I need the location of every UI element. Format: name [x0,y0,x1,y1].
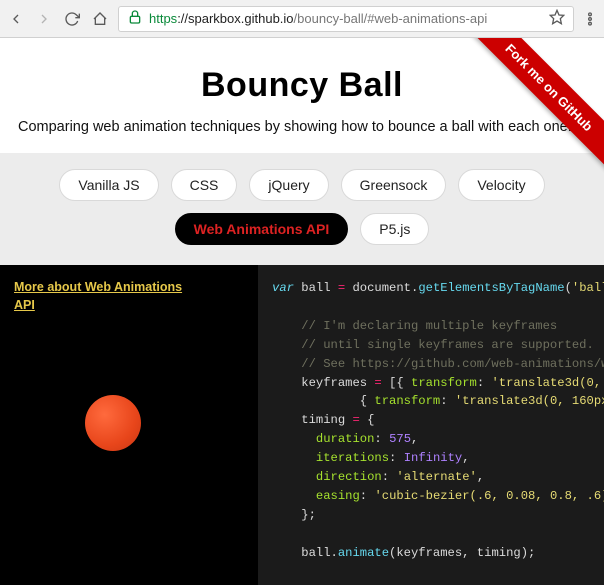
browser-menu-button[interactable] [582,11,598,27]
tabs-container: Vanilla JS CSS jQuery Greensock Velocity Web … [0,153,604,265]
tab-greensock[interactable]: Greensock [341,169,447,201]
demo-preview: More about Web Animations API [0,265,258,585]
tab-vanilla-js[interactable]: Vanilla JS [59,169,158,201]
tab-css[interactable]: CSS [171,169,238,201]
code-panel: var ball = document.getElementsByTagName… [258,265,604,585]
page-content: Fork me on GitHub Bouncy Ball Comparing … [0,38,604,585]
url-text: https://sparkbox.github.io/bouncy-ball/#… [149,11,487,26]
forward-button[interactable] [34,9,54,29]
address-bar[interactable]: https://sparkbox.github.io/bouncy-ball/#… [118,6,574,32]
tagline: Comparing web animation techniques by sh… [0,119,604,153]
tab-velocity[interactable]: Velocity [458,169,544,201]
bouncing-ball [85,395,141,451]
browser-toolbar: https://sparkbox.github.io/bouncy-ball/#… [0,0,604,38]
reload-button[interactable] [62,9,82,29]
tab-web-animations-api[interactable]: Web Animations API [175,213,349,245]
tab-jquery[interactable]: jQuery [249,169,328,201]
lock-icon [127,9,143,28]
back-button[interactable] [6,9,26,29]
home-button[interactable] [90,9,110,29]
bookmark-star-icon[interactable] [549,9,565,28]
demo-area: More about Web Animations API var ball =… [0,265,604,585]
page-title: Bouncy Ball [16,66,588,105]
more-about-link[interactable]: More about Web Animations API [14,279,204,314]
tab-p5-js[interactable]: P5.js [360,213,429,245]
